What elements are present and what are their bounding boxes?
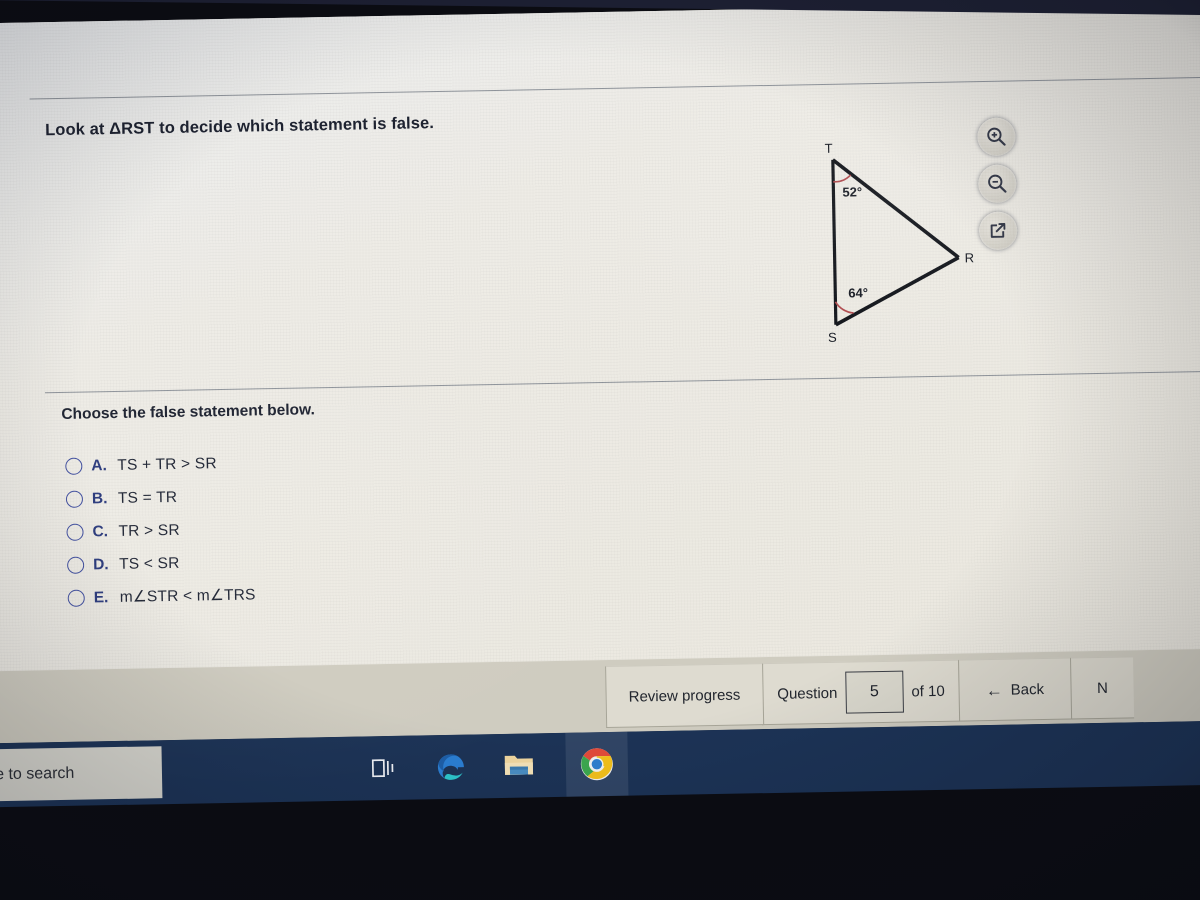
microsoft-edge-button[interactable] — [430, 746, 473, 789]
radio-button-c[interactable] — [66, 523, 84, 541]
task-view-button[interactable] — [362, 747, 405, 790]
question-total-label: of 10 — [911, 682, 945, 700]
choice-text-c: TR > SR — [118, 521, 180, 540]
vertex-label-S: S — [828, 330, 837, 345]
taskbar-items — [361, 731, 629, 801]
windows-search-box[interactable]: ere to search — [0, 746, 163, 802]
choice-text-d: TS < SR — [118, 554, 180, 573]
photographed-screen: Look at ΔRST to decide which statement i… — [0, 0, 1200, 900]
choice-text-b: TS = TR — [117, 488, 178, 507]
radio-button-b[interactable] — [65, 490, 84, 508]
angle-label-S: 64° — [848, 285, 868, 300]
vertex-label-R: R — [965, 250, 975, 265]
zoom-out-button[interactable] — [977, 164, 1017, 204]
open-in-new-window-button[interactable] — [978, 211, 1018, 251]
choice-text-e: m∠STR < m∠TRS — [119, 586, 256, 606]
triangle-figure: T R S 52° 64° — [810, 137, 989, 345]
instruction-text: Choose the false statement below. — [61, 401, 316, 423]
choice-letter-c: C. — [92, 522, 109, 540]
angle-label-T: 52° — [842, 184, 862, 199]
task-view-icon — [371, 759, 394, 778]
radio-button-e[interactable] — [67, 589, 85, 607]
google-chrome-icon — [580, 748, 613, 781]
middle-divider — [44, 370, 1200, 394]
google-chrome-button[interactable] — [565, 731, 629, 797]
zoom-in-button[interactable] — [977, 117, 1016, 157]
back-arrow-icon: ← — [985, 680, 1003, 700]
answer-choice-list: A. TS + TR > SR B. TS = TR C. TR > SR D.… — [65, 440, 588, 615]
review-progress-label: Review progress — [628, 686, 741, 706]
back-label: Back — [1010, 680, 1045, 699]
triangle-svg: T R S 52° 64° — [824, 141, 975, 345]
question-label: Question — [777, 684, 838, 703]
choice-letter-d: D. — [92, 555, 109, 573]
side-TR — [831, 158, 960, 259]
choice-text-a: TS + TR > SR — [117, 454, 217, 474]
vertex-label-T: T — [824, 141, 832, 156]
next-button[interactable]: N — [1069, 656, 1135, 720]
navigation-controls: Review progress Question 5 of 10 ← Back … — [605, 656, 1135, 729]
open-in-new-window-icon — [990, 223, 1006, 238]
question-number-input[interactable]: 5 — [844, 670, 904, 714]
top-divider — [29, 76, 1200, 100]
question-prompt: Look at ΔRST to decide which statement i… — [44, 114, 435, 140]
windows-search-placeholder: ere to search — [0, 764, 75, 784]
radio-button-a[interactable] — [65, 457, 83, 475]
radio-button-d[interactable] — [66, 556, 85, 574]
zoom-out-icon — [988, 174, 1007, 193]
side-TS — [831, 159, 838, 325]
angle-arc-T — [833, 174, 852, 183]
file-explorer-icon — [504, 755, 534, 775]
question-selector: Question 5 of 10 — [761, 659, 960, 726]
next-label: N — [1096, 679, 1109, 697]
exercise-page: Look at ΔRST to decide which statement i… — [0, 0, 1200, 808]
back-button[interactable]: ← Back — [958, 657, 1071, 722]
exercise-paper: Look at ΔRST to decide which statement i… — [0, 0, 1200, 672]
microsoft-edge-icon — [437, 754, 464, 780]
choice-letter-a: A. — [91, 456, 107, 474]
zoom-in-icon — [987, 127, 1006, 146]
choice-letter-e: E. — [93, 588, 109, 606]
angle-arc-S — [834, 301, 854, 314]
file-explorer-button[interactable] — [498, 744, 541, 787]
choice-letter-b: B. — [91, 489, 108, 507]
review-progress-button[interactable]: Review progress — [605, 663, 763, 729]
figure-tool-buttons — [977, 117, 1026, 259]
screen-content: Look at ΔRST to decide which statement i… — [0, 0, 1200, 816]
